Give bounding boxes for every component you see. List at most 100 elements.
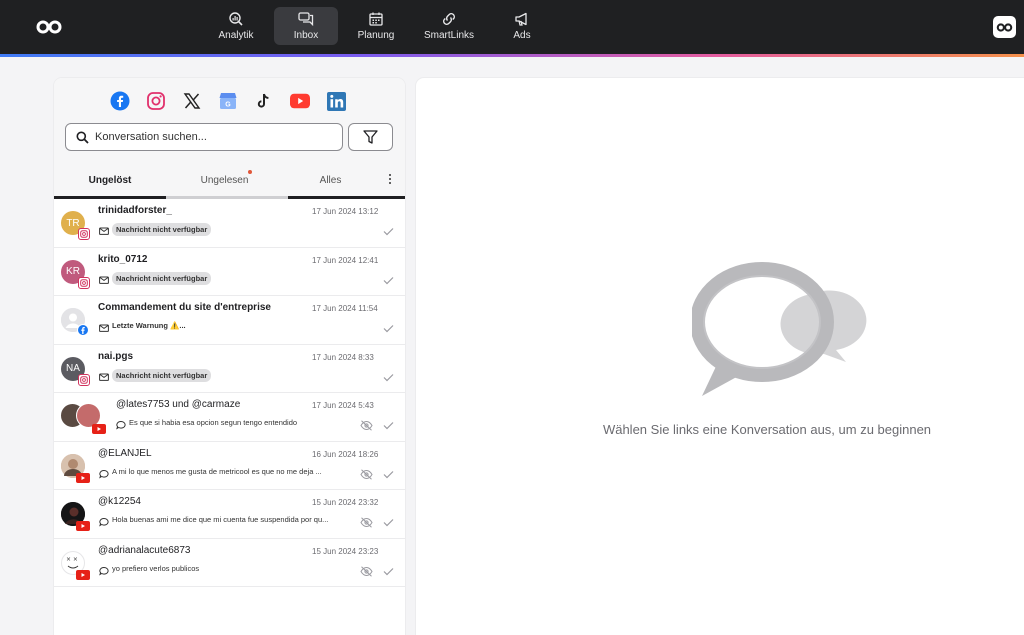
svg-text:G: G xyxy=(225,102,231,109)
nav-label: Analytik xyxy=(218,30,254,41)
message-unavailable-badge: Nachricht nicht verfügbar xyxy=(112,223,212,236)
conversation-item[interactable]: Commandement du site d'entreprise 17 Jun… xyxy=(54,296,405,345)
message-preview: Letzte Warnung ⚠️... xyxy=(112,321,186,330)
account-menu-button[interactable] xyxy=(993,16,1016,38)
conversation-item[interactable]: @lates7753 und @carmaze 17 Jun 2024 5:43… xyxy=(54,393,405,442)
comment-icon xyxy=(99,517,109,527)
metricool-logo-icon[interactable] xyxy=(36,18,62,36)
analytics-icon xyxy=(229,12,243,26)
message-preview: Es que si habia esa opcion segun tengo e… xyxy=(129,418,298,427)
conversation-date: 15 Jun 2024 23:32 xyxy=(312,498,379,507)
envelope-icon xyxy=(99,227,109,235)
conversation-name: @ELANJEL xyxy=(98,447,152,459)
message-preview: Hola buenas ami me dice que mi cuenta fu… xyxy=(112,515,329,524)
google-business-icon[interactable]: G xyxy=(218,91,238,111)
tiktok-icon[interactable] xyxy=(254,91,274,111)
nav-item-analytics[interactable]: Analytik xyxy=(204,7,268,45)
mark-resolved-icon[interactable] xyxy=(383,518,394,527)
conversation-item[interactable]: TR trinidadforster_ 17 Jun 2024 13:12 Na… xyxy=(54,199,405,248)
conversation-date: 17 Jun 2024 5:43 xyxy=(312,401,374,410)
mark-resolved-icon[interactable] xyxy=(383,421,394,430)
conversation-date: 17 Jun 2024 12:41 xyxy=(312,255,379,265)
envelope-icon xyxy=(99,324,109,332)
mark-resolved-icon[interactable] xyxy=(383,470,394,479)
filter-button[interactable] xyxy=(348,123,393,151)
mark-resolved-icon[interactable] xyxy=(383,567,394,576)
instagram-icon xyxy=(78,228,90,240)
mark-resolved-icon[interactable] xyxy=(383,227,394,236)
message-unavailable-badge: Nachricht nicht verfügbar xyxy=(112,271,212,285)
conversation-name: @lates7753 und @carmaze xyxy=(116,399,241,410)
facebook-icon[interactable] xyxy=(110,91,130,111)
conversation-item[interactable]: KR krito_0712 17 Jun 2024 12:41 Nachrich… xyxy=(54,248,405,296)
instagram-icon xyxy=(78,276,90,289)
tab-all[interactable]: Alles xyxy=(283,170,378,199)
nav-item-ads[interactable]: Ads xyxy=(490,7,554,45)
hide-comment-icon[interactable] xyxy=(360,468,373,480)
hide-comment-icon[interactable] xyxy=(360,565,373,577)
instagram-icon[interactable] xyxy=(146,91,166,111)
message-preview: yo prefiero verlos publicos xyxy=(112,563,200,573)
comment-icon xyxy=(99,469,109,479)
nav-item-planning[interactable]: Planung xyxy=(344,7,408,45)
link-icon xyxy=(443,13,455,25)
inbox-icon xyxy=(298,12,314,27)
conversation-list: TR trinidadforster_ 17 Jun 2024 13:12 Na… xyxy=(54,199,405,587)
mark-resolved-icon[interactable] xyxy=(383,276,394,285)
mark-resolved-icon[interactable] xyxy=(383,324,394,333)
facebook-icon xyxy=(77,324,89,336)
youtube-icon xyxy=(76,521,90,531)
mark-resolved-icon[interactable] xyxy=(383,373,394,382)
envelope-icon xyxy=(99,276,109,284)
inbox-tabs: Ungelöst Ungelesen Alles xyxy=(54,170,405,199)
hide-comment-icon[interactable] xyxy=(360,420,373,431)
metricool-logo-icon xyxy=(996,22,1013,32)
hide-comment-icon[interactable] xyxy=(360,517,373,528)
network-filter: G xyxy=(110,91,346,111)
conversation-name: Commandement du site d'entreprise xyxy=(98,302,271,313)
filter-icon xyxy=(363,130,378,144)
youtube-icon[interactable] xyxy=(290,91,310,111)
nav-label: SmartLinks xyxy=(423,30,474,41)
conversation-name: nai.pgs xyxy=(98,350,134,362)
youtube-icon xyxy=(92,424,106,434)
megaphone-icon xyxy=(515,12,527,26)
conversation-name: @adrianalacute6873 xyxy=(98,544,191,556)
top-bar: Analytik Inbox Planung SmartLinks Ads xyxy=(0,0,1024,54)
conversation-name: @k12254 xyxy=(98,496,141,507)
conversation-date: 17 Jun 2024 11:54 xyxy=(312,304,378,313)
conversation-date: 16 Jun 2024 18:26 xyxy=(312,449,379,459)
conversation-item[interactable]: @ELANJEL 16 Jun 2024 18:26 A mi lo que m… xyxy=(54,442,405,490)
message-unavailable-badge: Nachricht nicht verfügbar xyxy=(112,368,212,382)
more-options-icon[interactable] xyxy=(384,174,396,190)
chat-bubbles-icon xyxy=(692,262,867,396)
unread-indicator-dot xyxy=(248,170,252,174)
conversation-panel: G Ungelöst Ungelesen Alles xyxy=(54,78,405,635)
conversation-date: 15 Jun 2024 23:23 xyxy=(312,546,379,556)
x-icon[interactable] xyxy=(182,91,202,111)
conversation-panel-header: G Ungelöst Ungelesen Alles xyxy=(54,78,405,199)
nav-label: Inbox xyxy=(293,30,319,41)
conversation-date: 17 Jun 2024 8:33 xyxy=(312,352,374,362)
nav-label: Planung xyxy=(357,30,395,41)
search-field[interactable] xyxy=(65,123,343,151)
search-icon xyxy=(76,131,89,144)
tab-unread[interactable]: Ungelesen xyxy=(166,170,283,199)
conversation-date: 17 Jun 2024 13:12 xyxy=(312,207,379,216)
conversation-name: krito_0712 xyxy=(98,253,148,265)
comment-icon xyxy=(116,420,126,430)
envelope-icon xyxy=(99,373,109,381)
tab-unresolved[interactable]: Ungelöst xyxy=(54,170,166,199)
svg-text:× ×: × × xyxy=(66,556,78,563)
conversation-item[interactable]: @k12254 15 Jun 2024 23:32 Hola buenas am… xyxy=(54,490,405,539)
conversation-detail-panel: Wählen Sie links eine Konversation aus, … xyxy=(416,78,1024,635)
search-input[interactable] xyxy=(95,131,335,143)
message-preview: A mi lo que menos me gusta de metricool … xyxy=(112,466,322,476)
conversation-item[interactable]: × × @adrianalacute6873 15 Jun 2024 23:23… xyxy=(54,539,405,587)
linkedin-icon[interactable] xyxy=(326,91,346,111)
conversation-item[interactable]: NA nai.pgs 17 Jun 2024 8:33 Nachricht ni… xyxy=(54,345,405,393)
youtube-icon xyxy=(76,472,90,483)
nav-item-inbox[interactable]: Inbox xyxy=(274,7,338,45)
nav-item-smartlinks[interactable]: SmartLinks xyxy=(414,7,484,45)
empty-state-message: Wählen Sie links eine Konversation aus, … xyxy=(602,422,932,437)
